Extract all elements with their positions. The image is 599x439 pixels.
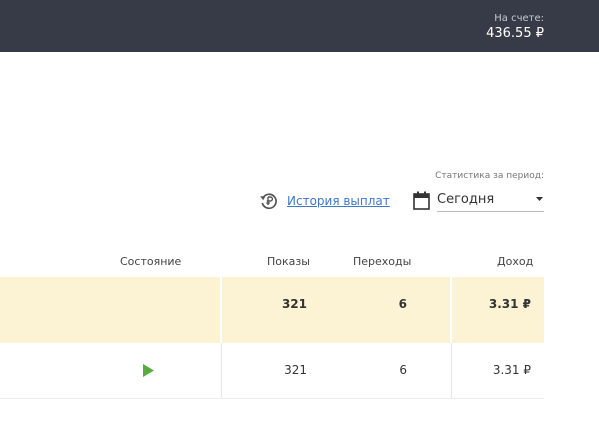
calendar-icon (413, 191, 430, 210)
chevron-down-icon (536, 197, 543, 201)
cell-divider (221, 343, 222, 398)
cell-divider (451, 343, 452, 398)
table-header: Состояние Показы Переходы Доход (0, 244, 544, 278)
column-header-state[interactable]: Состояние (120, 255, 181, 268)
total-clicks: 6 (398, 297, 407, 311)
cell-divider (220, 277, 222, 343)
table-row-total: 321 6 3.31 ₽ (0, 277, 544, 343)
row-income: 3.31 ₽ (492, 363, 531, 377)
cell-divider (450, 277, 452, 343)
play-icon[interactable] (143, 364, 154, 377)
period-select[interactable]: Сегодня (413, 190, 544, 212)
period-value: Сегодня (437, 192, 495, 207)
total-income: 3.31 ₽ (488, 297, 531, 311)
period-label: Статистика за период: (435, 171, 544, 181)
table-row: 321 6 3.31 ₽ (0, 343, 544, 399)
balance-label: На счете: (494, 13, 544, 24)
row-clicks: 6 (399, 363, 407, 377)
payout-history-link[interactable]: История выплат (287, 194, 390, 208)
history-icon (260, 193, 277, 210)
top-bar: На счете: 436.55 ₽ (0, 0, 599, 52)
balance-value: 436.55 ₽ (486, 26, 544, 41)
select-underline (437, 211, 544, 212)
account-balance: На счете: 436.55 ₽ (486, 12, 544, 42)
total-views: 321 (281, 297, 307, 311)
row-views: 321 (284, 363, 307, 377)
column-header-clicks[interactable]: Переходы (353, 255, 411, 268)
column-header-income[interactable]: Доход (497, 255, 533, 268)
column-header-views[interactable]: Показы (267, 255, 310, 268)
